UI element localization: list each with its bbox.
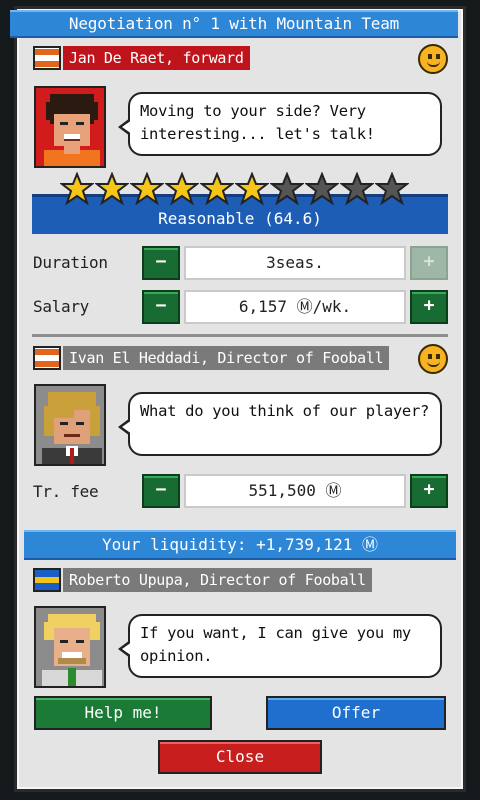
salary-label: Salary [33, 297, 89, 316]
dialog-title: Negotiation n° 1 with Mountain Team [10, 10, 458, 38]
duration-label: Duration [33, 253, 108, 272]
star-filled-icon [60, 172, 94, 206]
star-empty-icon [305, 172, 339, 206]
rating-stars [60, 172, 409, 206]
salary-decrease-button[interactable]: − [142, 290, 180, 324]
salary-value: 6,157 Ⓜ/wk. [184, 290, 406, 324]
close-button[interactable]: Close [158, 740, 322, 774]
director-speech-bubble: What do you think of our player? [118, 392, 442, 456]
duration-increase-button[interactable]: + [410, 246, 448, 280]
player-name: Jan De Raet, forward [63, 46, 250, 70]
section-divider [32, 334, 448, 337]
advisor-avatar [34, 606, 106, 688]
star-filled-icon [130, 172, 164, 206]
player-avatar [34, 86, 106, 168]
advisor-speech-bubble: If you want, I can give you my opinion. [118, 614, 442, 678]
director-name: Ivan El Heddadi, Director of Fooball [63, 346, 390, 370]
advisor-name-tag: Roberto Upupa, Director of Fooball [33, 568, 372, 592]
fee-label: Tr. fee [33, 482, 99, 501]
star-empty-icon [270, 172, 304, 206]
liquidity-bar: Your liquidity: +1,739,121 Ⓜ [24, 530, 456, 560]
help-button[interactable]: Help me! [34, 696, 212, 730]
director-avatar [34, 384, 106, 466]
fee-decrease-button[interactable]: − [142, 474, 180, 508]
duration-decrease-button[interactable]: − [142, 246, 180, 280]
flag-icon [33, 346, 61, 370]
offer-button[interactable]: Offer [266, 696, 446, 730]
flag-icon [33, 46, 61, 70]
advisor-name: Roberto Upupa, Director of Fooball [63, 568, 372, 592]
fee-increase-button[interactable]: + [410, 474, 448, 508]
advisor-speech: If you want, I can give you my opinion. [140, 624, 411, 665]
fee-value: 551,500 Ⓜ [184, 474, 406, 508]
star-empty-icon [340, 172, 374, 206]
star-empty-icon [375, 172, 409, 206]
star-filled-icon [200, 172, 234, 206]
smiley-icon [418, 44, 448, 74]
director-speech: What do you think of our player? [140, 402, 430, 420]
player-name-tag: Jan De Raet, forward [33, 46, 250, 70]
player-speech: Moving to your side? Very interesting...… [140, 102, 375, 143]
director-name-tag: Ivan El Heddadi, Director of Fooball [33, 346, 390, 370]
star-filled-icon [95, 172, 129, 206]
flag-icon [33, 568, 61, 592]
player-speech-bubble: Moving to your side? Very interesting...… [118, 92, 442, 156]
duration-value: 3seas. [184, 246, 406, 280]
smiley-icon [418, 344, 448, 374]
salary-increase-button[interactable]: + [410, 290, 448, 324]
star-filled-icon [235, 172, 269, 206]
star-filled-icon [165, 172, 199, 206]
